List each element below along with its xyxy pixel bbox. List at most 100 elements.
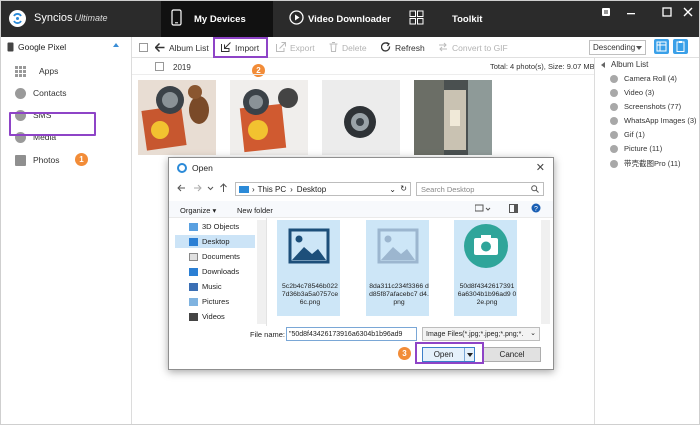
album-item[interactable]: Video (3) bbox=[610, 88, 654, 97]
sidebar-item-photos[interactable]: Photos bbox=[15, 152, 59, 168]
menu-icon[interactable] bbox=[601, 7, 611, 17]
tree-item-desktop[interactable]: Desktop bbox=[189, 235, 230, 248]
photo-thumbnail[interactable] bbox=[322, 80, 400, 155]
syncios-window: Syncios Ultimate My Devices Video Downloa… bbox=[0, 0, 700, 425]
album-list-button[interactable]: Album List bbox=[154, 42, 209, 54]
cancel-button[interactable]: Cancel bbox=[483, 347, 541, 362]
preview-pane-icon[interactable] bbox=[509, 204, 518, 215]
file-item[interactable]: 50d8f4342617391 6a6304b1b96ad9 02e.png bbox=[454, 220, 517, 316]
tree-item-videos[interactable]: Videos bbox=[189, 310, 225, 323]
photo-thumbnail[interactable] bbox=[230, 80, 308, 155]
tab-video-downloader[interactable]: Video Downloader bbox=[283, 1, 401, 37]
tree-scrollbar[interactable] bbox=[257, 220, 266, 324]
photo-thumbnail[interactable] bbox=[138, 80, 216, 155]
sidebar-item-apps[interactable]: Apps bbox=[15, 63, 58, 79]
forward-arrow-icon[interactable] bbox=[193, 182, 202, 196]
group-year: 2019 bbox=[173, 63, 191, 72]
tree-item-documents[interactable]: Documents bbox=[189, 250, 240, 263]
search-input[interactable]: Search Desktop bbox=[416, 182, 544, 196]
address-bar[interactable]: › This PC › Desktop ⌄ ↻ bbox=[235, 182, 411, 196]
recent-dropdown-icon[interactable] bbox=[207, 182, 214, 196]
app-title: Syncios Ultimate bbox=[34, 12, 108, 24]
sidebar-item-label: Photos bbox=[33, 155, 60, 165]
group-checkbox[interactable] bbox=[155, 62, 164, 71]
album-item[interactable]: Screenshots (77) bbox=[610, 102, 681, 111]
sidebar-item-label: Contacts bbox=[33, 88, 67, 98]
organize-button[interactable]: Organize ▾ bbox=[180, 206, 216, 215]
convert-to-gif-button[interactable]: Convert to GIF bbox=[438, 42, 508, 54]
refresh-button[interactable]: Refresh bbox=[380, 41, 425, 54]
file-item[interactable]: 8da311c234f3366 dd85f87afacebc7 d4.png bbox=[366, 220, 429, 316]
maximize-icon[interactable] bbox=[662, 7, 672, 17]
step-badge: 1 bbox=[75, 153, 88, 166]
eject-icon[interactable] bbox=[113, 43, 119, 47]
grid-view-button[interactable] bbox=[654, 39, 669, 54]
album-list-header[interactable]: Album List bbox=[601, 60, 648, 69]
file-name: 50d8f4342617391 6a6304b1b96ad9 02e.png bbox=[457, 283, 517, 306]
desktop-icon bbox=[189, 237, 198, 246]
sort-order-select[interactable]: Descending bbox=[589, 40, 646, 55]
album-item[interactable]: Gif (1) bbox=[610, 130, 645, 139]
music-icon bbox=[189, 282, 198, 291]
tree-item-3d-objects[interactable]: 3D Objects bbox=[189, 220, 239, 233]
camera-icon bbox=[610, 74, 618, 83]
breadcrumb-separator: › bbox=[290, 184, 293, 194]
sidebar-item-label: Apps bbox=[39, 66, 59, 76]
video-icon bbox=[189, 312, 198, 321]
device-selector[interactable]: Google Pixel bbox=[1, 37, 131, 56]
album-item[interactable]: Camera Roll (4) bbox=[610, 74, 677, 83]
breadcrumb-separator: › bbox=[252, 184, 255, 194]
album-item[interactable]: Picture (11) bbox=[610, 144, 662, 153]
file-item[interactable]: 5c2b4c78546b022 7d36b3a5a0757ce 6c.png bbox=[277, 220, 340, 316]
open-file-dialog: Open ✕ › This PC › Desktop ⌄ ↻ Search De… bbox=[168, 157, 554, 370]
file-name-input[interactable]: "50d8f43426173916a6304b1b96ad9 bbox=[286, 327, 417, 341]
photos-highlight-box bbox=[9, 112, 96, 136]
monitor-icon bbox=[239, 185, 249, 193]
help-icon[interactable]: ? bbox=[531, 203, 541, 215]
new-folder-button[interactable]: New folder bbox=[237, 206, 273, 215]
contacts-icon bbox=[15, 87, 26, 99]
sidebar-item-contacts[interactable]: Contacts bbox=[15, 85, 67, 101]
step-badge: 3 bbox=[398, 347, 411, 360]
album-item[interactable]: 带壳截图Pro (11) bbox=[610, 158, 681, 169]
chevron-down-icon[interactable]: ⌄ bbox=[389, 185, 396, 194]
syncios-logo-icon bbox=[9, 10, 26, 27]
up-arrow-icon[interactable] bbox=[219, 182, 228, 196]
clipboard-view-button[interactable] bbox=[673, 39, 688, 54]
album-icon bbox=[610, 159, 618, 168]
chevron-down-icon bbox=[636, 46, 642, 50]
open-highlight-box bbox=[415, 342, 484, 364]
tree-item-downloads[interactable]: Downloads bbox=[189, 265, 239, 278]
trash-icon bbox=[329, 42, 338, 54]
breadcrumb-desktop[interactable]: Desktop bbox=[297, 185, 326, 194]
album-item[interactable]: WhatsApp Images (3) bbox=[610, 116, 697, 125]
delete-button[interactable]: Delete bbox=[329, 42, 367, 54]
tree-item-music[interactable]: Music bbox=[189, 280, 222, 293]
phone-icon bbox=[7, 42, 14, 51]
dialog-close-icon[interactable]: ✕ bbox=[536, 161, 545, 174]
tree-item-pictures[interactable]: Pictures bbox=[189, 295, 229, 308]
close-icon[interactable] bbox=[683, 7, 693, 17]
back-arrow-icon[interactable] bbox=[177, 182, 186, 196]
file-type-select[interactable]: Image Files(*.jpg;*.jpeg;*.png;*. ⌄ bbox=[422, 327, 540, 341]
select-all-checkbox[interactable] bbox=[139, 43, 148, 52]
file-name: 5c2b4c78546b022 7d36b3a5a0757ce 6c.png bbox=[281, 283, 339, 306]
photos-icon bbox=[15, 154, 26, 166]
grid-view-icon bbox=[656, 41, 667, 52]
refresh-icon[interactable]: ↻ bbox=[400, 184, 407, 193]
photo-thumbnail[interactable] bbox=[414, 80, 492, 155]
export-icon bbox=[276, 42, 286, 54]
dialog-title: Open bbox=[177, 163, 213, 173]
minimize-icon[interactable] bbox=[626, 7, 636, 17]
tab-toolkit[interactable]: Toolkit bbox=[405, 1, 495, 37]
tab-my-devices[interactable]: My Devices bbox=[161, 1, 273, 37]
camera-file-icon bbox=[464, 224, 508, 268]
svg-text:?: ? bbox=[534, 206, 538, 213]
file-name-label: File name: bbox=[250, 330, 286, 339]
files-scrollbar[interactable] bbox=[541, 220, 550, 324]
view-options-icon[interactable] bbox=[474, 204, 491, 215]
export-button[interactable]: Export bbox=[276, 42, 315, 54]
apps-icon bbox=[15, 65, 26, 77]
refresh-icon bbox=[380, 41, 391, 54]
breadcrumb-this-pc[interactable]: This PC bbox=[258, 185, 286, 194]
